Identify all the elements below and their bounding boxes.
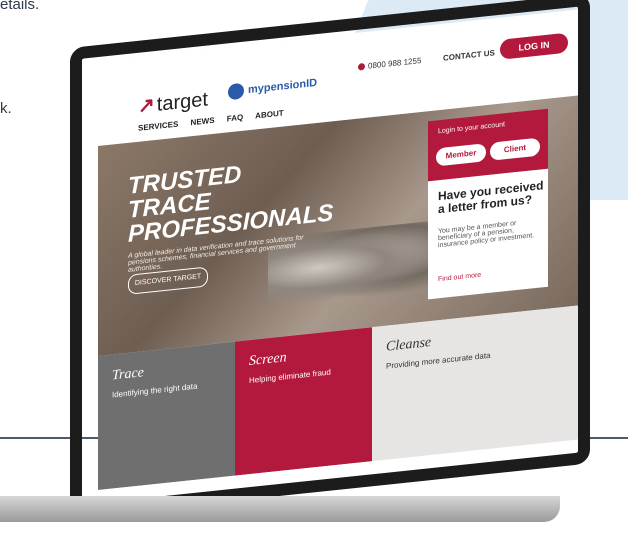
laptop-base [0,496,560,522]
top-text-line-2: k. [0,100,12,117]
top-text-line-1: etails. [0,0,40,13]
laptop-bezel [70,0,590,518]
